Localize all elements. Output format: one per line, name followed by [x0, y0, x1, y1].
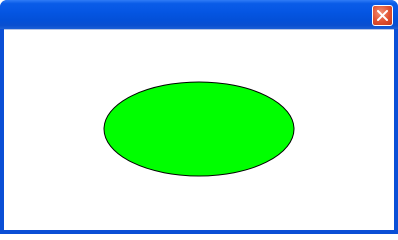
close-icon: [377, 10, 388, 21]
client-area: [4, 29, 394, 230]
close-button[interactable]: [372, 5, 393, 26]
app-window: [0, 0, 398, 234]
drawing-canvas: [103, 81, 295, 177]
green-ellipse: [103, 81, 295, 177]
title-bar[interactable]: [0, 0, 398, 29]
